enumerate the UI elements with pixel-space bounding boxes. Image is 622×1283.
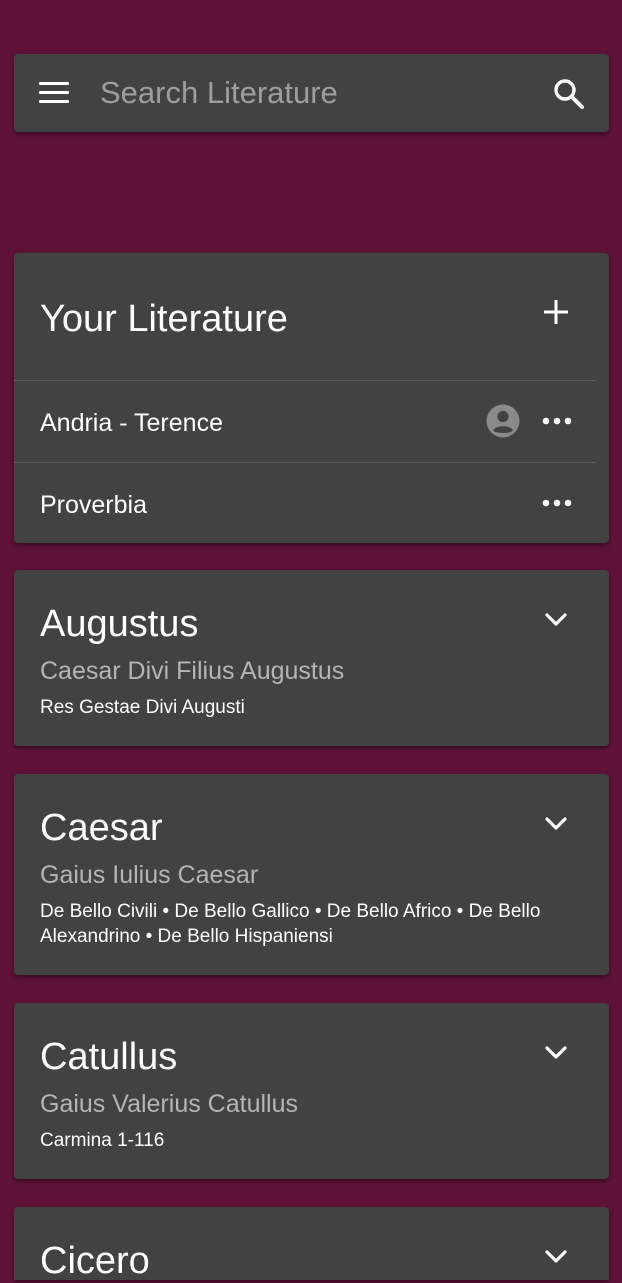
chevron-down-icon[interactable] xyxy=(544,816,568,832)
author-name: Augustus xyxy=(40,603,199,645)
chevron-down-icon[interactable] xyxy=(544,612,568,628)
author-name: Cicero xyxy=(40,1240,150,1282)
author-card[interactable]: Caesar Gaius Iulius Caesar De Bello Civi… xyxy=(14,774,609,975)
author-name: Catullus xyxy=(40,1036,178,1078)
search-icon[interactable] xyxy=(552,77,586,111)
author-full-name: Gaius Iulius Caesar xyxy=(40,861,259,889)
author-card[interactable]: Catullus Gaius Valerius Catullus Carmina… xyxy=(14,1003,609,1179)
your-literature-card: Your Literature Andria - Terence Proverb… xyxy=(14,253,609,543)
your-literature-item[interactable]: Proverbia xyxy=(14,463,609,543)
your-literature-item-label: Proverbia xyxy=(40,491,147,519)
menu-icon[interactable] xyxy=(39,81,69,105)
author-card[interactable]: Augustus Caesar Divi Filius Augustus Res… xyxy=(14,570,609,746)
author-works: Res Gestae Divi Augusti xyxy=(40,697,245,718)
more-horizontal-icon[interactable] xyxy=(542,409,572,433)
your-literature-item-label: Andria - Terence xyxy=(40,409,223,437)
chevron-down-icon[interactable] xyxy=(544,1249,568,1265)
author-works: De Bello Civili • De Bello Gallico • De … xyxy=(40,901,541,947)
author-works: Carmina 1-116 xyxy=(40,1130,165,1151)
add-icon[interactable] xyxy=(542,298,570,326)
author-full-name: Gaius Valerius Catullus xyxy=(40,1090,298,1118)
your-literature-title: Your Literature xyxy=(40,298,288,340)
account-circle-icon xyxy=(486,404,520,438)
your-literature-item[interactable]: Andria - Terence xyxy=(14,381,609,461)
search-bar xyxy=(14,54,609,132)
author-full-name: Caesar Divi Filius Augustus xyxy=(40,657,345,685)
search-input[interactable] xyxy=(100,72,520,114)
author-name: Caesar xyxy=(40,807,163,849)
author-card[interactable]: Cicero xyxy=(14,1207,609,1282)
chevron-down-icon[interactable] xyxy=(544,1045,568,1061)
more-horizontal-icon[interactable] xyxy=(542,491,572,515)
